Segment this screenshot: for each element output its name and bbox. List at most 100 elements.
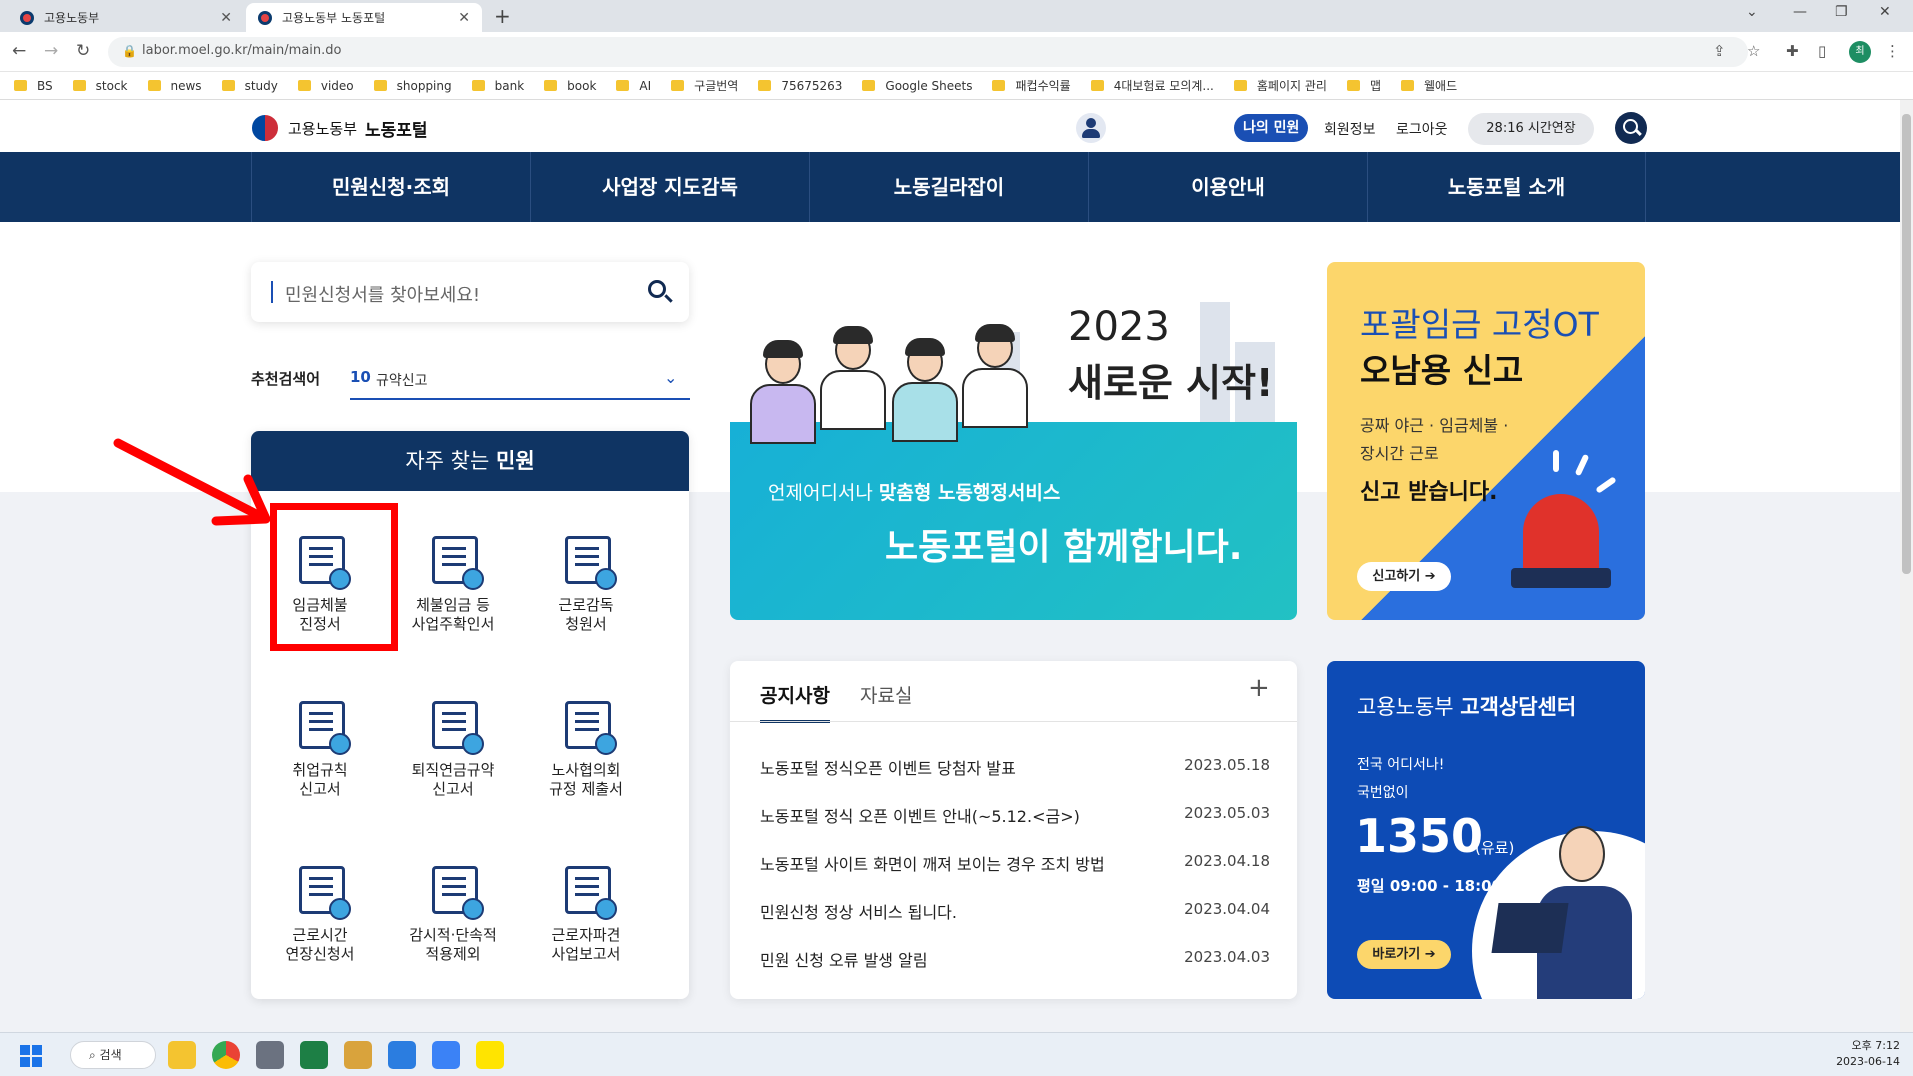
notice-title[interactable]: 노동포털 정식오픈 이벤트 당첨자 발표 [760, 755, 1016, 779]
r-app-icon[interactable] [432, 1041, 460, 1069]
calculator-icon[interactable] [256, 1041, 284, 1069]
site-logo[interactable]: 고용노동부 노동포털 [250, 113, 428, 143]
side-panel-icon[interactable]: ▯ [1818, 42, 1826, 60]
folder-icon [1400, 80, 1414, 91]
bookmark-item[interactable]: book [544, 79, 596, 93]
gnb-labor-guide[interactable]: 노동길라잡이 [809, 152, 1088, 222]
frequent-item[interactable]: 취업규칙 신고서 [255, 701, 385, 821]
app-icon[interactable] [344, 1041, 372, 1069]
folder-icon [671, 80, 685, 91]
recommend-keyword-dropdown[interactable]: 10 규약신고 ⌄ [350, 362, 690, 400]
notice-row[interactable]: 노동포털 정식오픈 이벤트 당첨자 발표 2023.05.18 [760, 755, 1270, 779]
gnb-portal-intro[interactable]: 노동포털 소개 [1367, 152, 1646, 222]
call-center-number: 1350 [1355, 809, 1484, 863]
tab-notices[interactable]: 공지사항 [760, 681, 830, 723]
bookmark-item[interactable]: shopping [373, 79, 452, 93]
bookmark-item[interactable]: news [147, 79, 202, 93]
address-bar[interactable]: 🔒 labor.moel.go.kr/main/main.do [108, 37, 1748, 67]
bookmark-item[interactable]: video [297, 79, 354, 93]
taskbar-search[interactable]: ⌕ 검색 [70, 1041, 156, 1069]
my-civil-button[interactable]: 나의 민원 [1234, 114, 1309, 142]
bookmark-item[interactable]: 4대보험료 모의계... [1090, 77, 1214, 94]
icon-accent [329, 733, 351, 755]
frequent-item[interactable]: 퇴직연금규약 신고서 [388, 701, 518, 821]
notice-row[interactable]: 노동포털 정식 오픈 이벤트 안내(~5.12.<금>) 2023.05.03 [760, 803, 1270, 827]
notice-row[interactable]: 민원 신청 오류 발생 알림 2023.04.03 [760, 947, 1270, 971]
frequent-item[interactable]: 노사협의회 규정 제출서 [521, 701, 651, 821]
bookmark-item[interactable]: 웰애드 [1400, 77, 1457, 94]
gnb-civil-apply[interactable]: 민원신청·조회 [251, 152, 530, 222]
excel-icon[interactable] [300, 1041, 328, 1069]
notice-title[interactable]: 민원 신청 오류 발생 알림 [760, 947, 928, 971]
bookmark-item[interactable]: 75675263 [758, 79, 842, 93]
notice-row[interactable]: 노동포털 사이트 화면이 깨져 보이는 경우 조치 방법 2023.04.18 [760, 851, 1270, 875]
frequent-item[interactable]: 근로시간 연장신청서 [255, 866, 385, 986]
menu-kebab-icon[interactable]: ⋮ [1885, 42, 1900, 60]
chrome-icon[interactable] [212, 1041, 240, 1069]
label-line-2: 신고서 [299, 780, 341, 798]
reload-icon[interactable]: ↻ [76, 41, 90, 61]
kakaotalk-icon[interactable] [476, 1041, 504, 1069]
new-tab-icon[interactable]: + [494, 4, 511, 28]
member-info-link[interactable]: 회원정보 [1324, 119, 1376, 139]
go-button[interactable]: 바로가기 ➔ [1357, 940, 1451, 969]
tab-resources[interactable]: 자료실 [860, 681, 912, 708]
bookmark-item[interactable]: study [221, 79, 278, 93]
bookmark-item[interactable]: 홈페이지 관리 [1233, 77, 1327, 94]
call-center-banner[interactable]: 고용노동부 고객상담센터 전국 어디서나! 국번없이 1350 (유료) 평일 … [1327, 661, 1645, 999]
report-button[interactable]: 신고하기 ➔ [1357, 562, 1451, 591]
more-plus-icon[interactable]: + [1248, 673, 1270, 703]
close-tab-icon[interactable]: ✕ [220, 10, 232, 26]
civil-search-input[interactable]: 민원신청서를 찾아보세요! [251, 262, 689, 322]
share-icon[interactable]: ⇪ [1713, 42, 1726, 60]
session-extend-button[interactable]: 28:16 시간연장 [1468, 113, 1594, 145]
bookmark-item[interactable]: AI [616, 79, 651, 93]
frequent-item[interactable]: 근로감독 청원서 [521, 536, 651, 656]
ot-title-2: 오남용 신고 [1360, 351, 1524, 390]
logout-link[interactable]: 로그아웃 [1396, 119, 1448, 139]
bookmark-item[interactable]: Google Sheets [862, 79, 972, 93]
minimize-icon[interactable]: — [1793, 4, 1807, 20]
banner-headline: 새로운 시작! [1068, 361, 1274, 405]
scrollbar-thumb[interactable] [1902, 114, 1911, 574]
bookmark-item[interactable]: 맵 [1346, 77, 1381, 94]
bookmark-item[interactable]: BS [14, 79, 53, 93]
back-icon[interactable]: ← [12, 41, 26, 61]
extensions-icon[interactable]: ✚ [1786, 42, 1799, 60]
notice-title[interactable]: 민원신청 정상 서비스 됩니다. [760, 899, 957, 923]
gnb-workplace-inspection[interactable]: 사업장 지도감독 [530, 152, 809, 222]
user-icon[interactable] [1076, 113, 1106, 143]
notice-title[interactable]: 노동포털 정식 오픈 이벤트 안내(~5.12.<금>) [760, 803, 1080, 827]
search-icon[interactable] [1615, 112, 1647, 144]
close-tab-icon[interactable]: ✕ [458, 10, 470, 26]
bookmark-item[interactable]: 구글번역 [671, 77, 738, 94]
page-scrollbar[interactable] [1900, 100, 1913, 1032]
folder-icon [992, 80, 1006, 91]
bookmark-item[interactable]: stock [72, 79, 128, 93]
tab-title: 고용노동부 [44, 11, 100, 25]
forward-icon[interactable]: → [44, 41, 58, 61]
bookmark-item[interactable]: 패컵수익률 [992, 77, 1071, 94]
browser-tab-1[interactable]: 고용노동부 ✕ [8, 3, 244, 32]
vscode-icon[interactable] [388, 1041, 416, 1069]
search-icon[interactable] [648, 280, 666, 298]
bookmark-item[interactable]: bank [471, 79, 524, 93]
close-window-icon[interactable]: ✕ [1879, 4, 1891, 20]
frequent-item[interactable]: 체불임금 등 사업주확인서 [388, 536, 518, 656]
restore-icon[interactable]: ❐ [1835, 4, 1848, 20]
notice-row[interactable]: 민원신청 정상 서비스 됩니다. 2023.04.04 [760, 899, 1270, 923]
frequent-item[interactable]: 근로자파견 사업보고서 [521, 866, 651, 986]
tab-search-icon[interactable]: ⌄ [1746, 4, 1758, 20]
main-banner[interactable]: 2023 새로운 시작! 언제어디서나 맞춤형 노동행정서비스 노동포털이 함께… [730, 262, 1297, 620]
windows-start-icon[interactable] [20, 1045, 42, 1067]
frequent-item[interactable]: 감시적·단속적 적용제외 [388, 866, 518, 986]
gnb-usage-guide[interactable]: 이용안내 [1088, 152, 1367, 222]
notice-title[interactable]: 노동포털 사이트 화면이 깨져 보이는 경우 조치 방법 [760, 851, 1105, 875]
profile-avatar[interactable]: 최 [1849, 41, 1871, 63]
bookmark-star-icon[interactable]: ☆ [1747, 42, 1760, 60]
file-explorer-icon[interactable] [168, 1041, 196, 1069]
label-line-2: 적용제외 [425, 945, 481, 963]
ot-description: 공짜 야근 · 임금체불 · 장시간 근로 [1360, 412, 1508, 468]
browser-tab-2[interactable]: 고용노동부 노동포털 ✕ [246, 3, 482, 32]
ot-report-banner[interactable]: 포괄임금 고정OT 오남용 신고 공짜 야근 · 임금체불 · 장시간 근로 신… [1327, 262, 1645, 620]
